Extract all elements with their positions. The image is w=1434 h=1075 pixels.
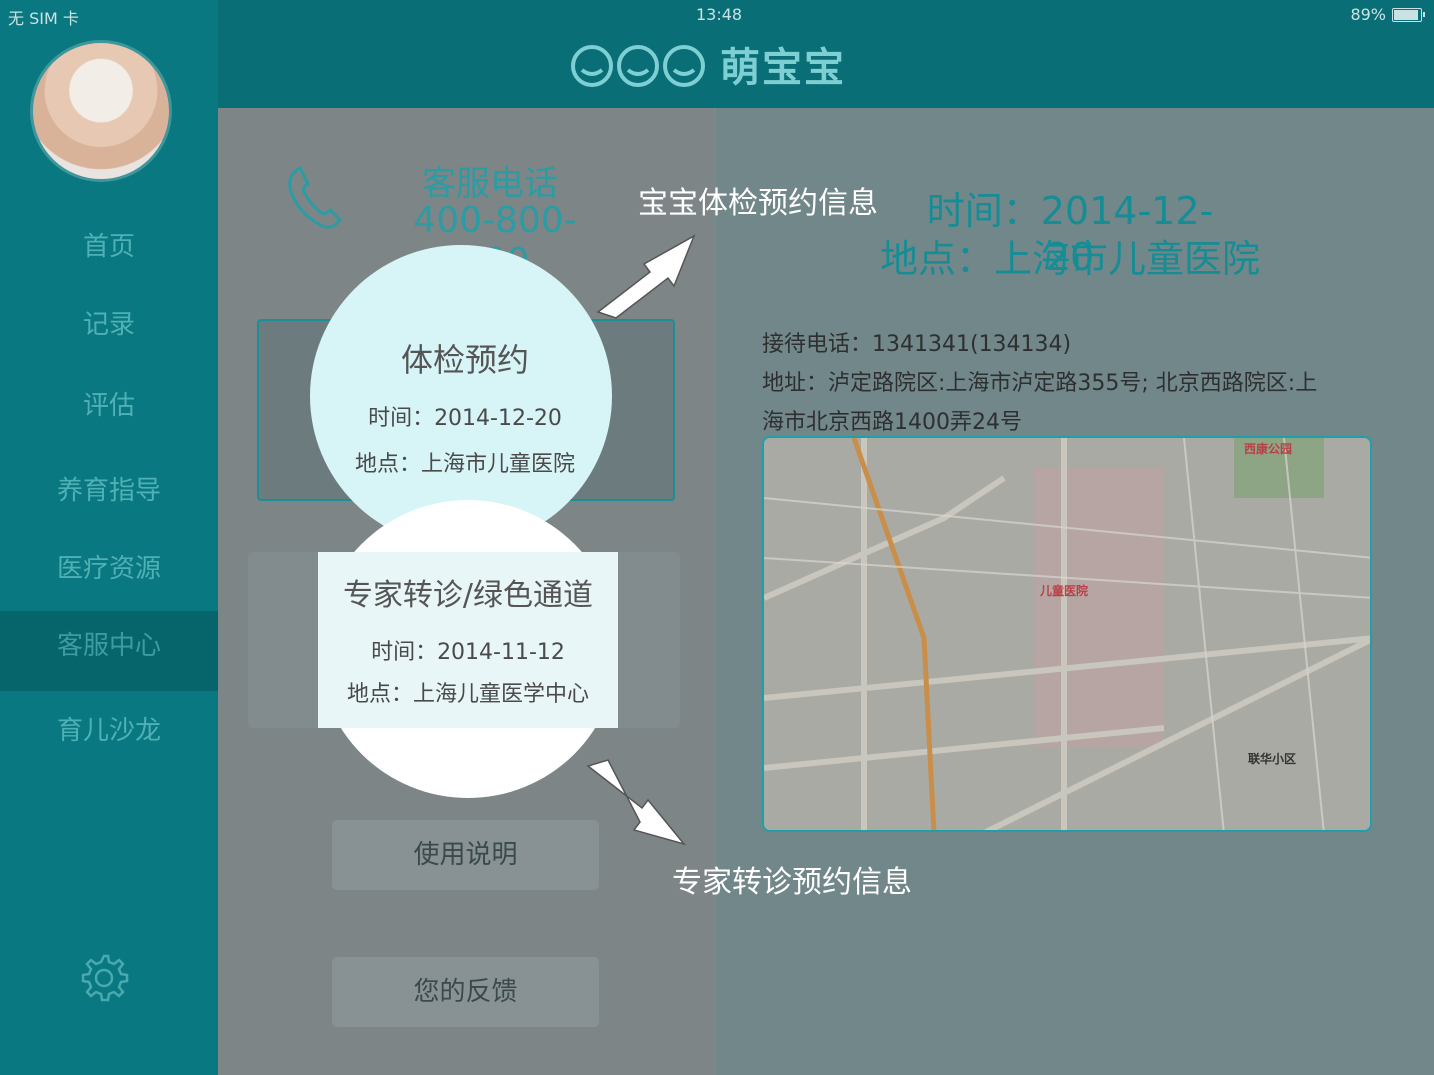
sidebar-item-records[interactable]: 记录 [0,304,218,344]
checkup-time: 时间：2014-12-20 [368,406,562,431]
arrow-icon [596,234,696,319]
sidebar-item-label: 首页 [82,232,135,262]
gear-icon[interactable] [78,952,130,1008]
sidebar-item-medical[interactable]: 医疗资源 [0,548,218,588]
avatar[interactable] [30,40,172,182]
detail-phone[interactable]: 接待电话：1341341(134134) [762,326,1071,358]
sidebar-item-label: 医疗资源 [56,554,161,584]
sidebar-item-label: 记录 [82,310,135,340]
battery-status: 89% [1350,5,1425,24]
map-label-hospital: 儿童医院 [1040,584,1089,598]
referral-time: 时间：2014-11-12 [371,640,565,665]
feedback-button[interactable]: 您的反馈 [332,957,599,1027]
sidebar-item-home[interactable]: 首页 [0,226,218,266]
sidebar-item-label: 育儿沙龙 [56,716,161,746]
sidebar-item-label: 客服中心 [56,631,161,661]
sidebar-item-label: 养育指导 [56,476,161,506]
checkup-callout: 宝宝体检预约信息 [638,186,878,221]
carrier-text: 无 SIM 卡 [8,9,79,28]
battery-icon [1392,7,1425,22]
checkup-place: 地点：上海市儿童医院 [354,452,575,477]
phone-icon[interactable] [282,160,354,236]
map-roads [764,438,1370,830]
map-label-district: 联华小区 [1248,752,1297,766]
app-logo: 萌宝宝 [570,34,846,94]
service-phone-label: 客服电话 [422,164,558,204]
detail-address-line2: 海市北京西路1400弄24号 [762,410,1022,435]
manual-button[interactable]: 使用说明 [332,820,599,890]
sidebar-item-parenting[interactable]: 养育指导 [0,470,218,510]
sidebar-item-label: 评估 [82,391,135,421]
logo-faces-icon [571,45,705,87]
battery-percent: 89% [1350,5,1386,24]
map-label-park: 西康公园 [1244,442,1293,456]
sidebar-item-assessment[interactable]: 评估 [0,385,218,425]
sidebar-item-service[interactable]: 客服中心 [0,611,218,691]
referral-title: 专家转诊/绿色通道 [342,578,594,613]
clock: 13:48 [696,5,743,24]
checkup-title: 体检预约 [400,341,529,379]
brand-text: 萌宝宝 [720,45,846,91]
arrow-icon [586,759,687,846]
referral-callout: 专家转诊预约信息 [672,865,912,900]
referral-place: 地点：上海儿童医学中心 [346,682,589,707]
location-map[interactable]: 儿童医院 西康公园 联华小区 [762,436,1372,832]
detail-address-line1: 地址：泸定路院区:上海市泸定路355号; 北京西路院区:上 [762,371,1318,396]
detail-place: 地点：上海市儿童医院 [880,237,1261,281]
sidebar-item-salon[interactable]: 育儿沙龙 [0,710,218,750]
status-bar: 无 SIM 卡 13:48 89% [0,0,1434,30]
